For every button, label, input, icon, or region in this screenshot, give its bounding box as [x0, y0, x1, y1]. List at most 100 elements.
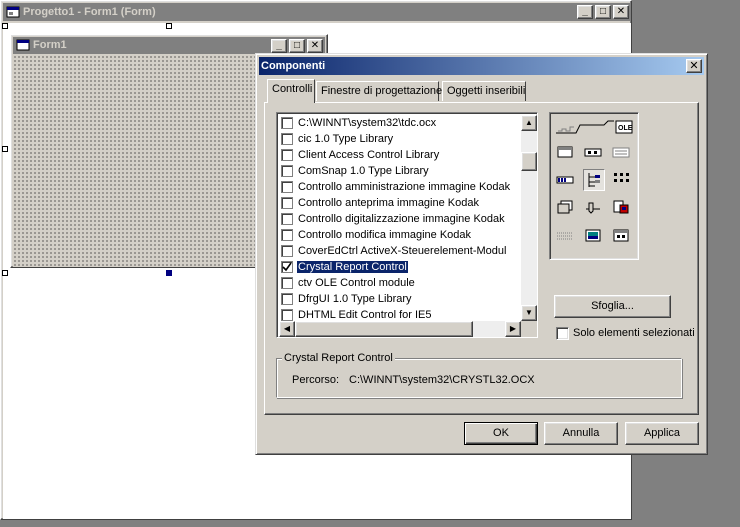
tab-finestre-progettazione[interactable]: Finestre di progettazione: [316, 81, 443, 101]
list-item[interactable]: CoverEdCtrl ActiveX-Steuerelement-Modul: [279, 243, 521, 259]
component-checkbox[interactable]: [281, 149, 293, 161]
component-label: Controllo modifica immagine Kodak: [298, 229, 472, 241]
scrollbar-corner: [521, 321, 537, 337]
component-label: C:\WINNT\system32\tdc.ocx: [298, 117, 437, 129]
ok-button[interactable]: OK: [464, 422, 538, 445]
tab-oggetti-inseribili[interactable]: Oggetti inseribili: [442, 81, 526, 101]
component-label: ComSnap 1.0 Type Library: [298, 165, 429, 177]
list-item[interactable]: Controllo digitalizzazione immagine Koda…: [279, 211, 521, 227]
component-checkbox[interactable]: [281, 245, 293, 257]
resize-handle[interactable]: [2, 146, 8, 152]
component-label: Controllo digitalizzazione immagine Koda…: [298, 213, 505, 225]
ok-button-label: OK: [493, 427, 509, 439]
close-icon: ✕: [310, 40, 320, 51]
form1-minimize-button[interactable]: _: [271, 39, 287, 53]
component-checkbox[interactable]: [281, 293, 293, 305]
project-close-button[interactable]: ✕: [613, 5, 629, 19]
ole-icon-label: OLE: [618, 125, 633, 132]
datagrid-icon: [612, 227, 630, 243]
dialog-titlebar[interactable]: Componenti ✕: [259, 57, 704, 75]
dialog-close-button[interactable]: ✕: [686, 59, 702, 73]
component-checkbox[interactable]: [281, 117, 293, 129]
list-item[interactable]: Controllo amministrazione immagine Kodak: [279, 179, 521, 195]
list-item[interactable]: ComSnap 1.0 Type Library: [279, 163, 521, 179]
arrow-left-icon: ◀: [283, 324, 291, 333]
selected-only-label: Solo elementi selezionati: [573, 327, 695, 339]
minimize-icon: _: [582, 6, 588, 17]
component-label: Crystal Report Control: [297, 261, 408, 273]
arrow-right-icon: ▶: [509, 324, 517, 333]
component-label: CoverEdCtrl ActiveX-Steuerelement-Modul: [298, 245, 507, 257]
component-checkbox[interactable]: [281, 197, 293, 209]
browse-button-label: Sfoglia...: [591, 300, 634, 312]
component-label: Controllo anteprima immagine Kodak: [298, 197, 479, 209]
list-item[interactable]: Controllo anteprima immagine Kodak: [279, 195, 521, 211]
component-checkbox-checked[interactable]: [281, 261, 293, 273]
list-item[interactable]: DfrgUI 1.0 Type Library: [279, 291, 521, 307]
tab-controlli[interactable]: Controlli: [267, 79, 315, 103]
list-item[interactable]: C:\WINNT\system32\tdc.ocx: [279, 115, 521, 131]
close-icon: ✕: [616, 6, 626, 17]
resize-handle[interactable]: [2, 23, 8, 29]
component-checkbox[interactable]: [281, 213, 293, 225]
control-strip-icon: OLE: [556, 120, 633, 134]
path-value: C:\WINNT\system32\CRYSTL32.OCX: [349, 374, 535, 386]
vertical-scrollbar[interactable]: ▲ ▼: [521, 115, 537, 321]
horizontal-scroll-thumb[interactable]: [295, 321, 473, 337]
form1-title: Form1: [33, 39, 67, 51]
form1-maximize-button[interactable]: □: [289, 39, 305, 53]
component-label: ctv OLE Control module: [298, 277, 415, 289]
component-label: cic 1.0 Type Library: [298, 133, 394, 145]
component-checkbox[interactable]: [281, 181, 293, 193]
list-item[interactable]: Client Access Control Library: [279, 147, 521, 163]
desktop-background-bottom: [0, 520, 740, 527]
scroll-down-button[interactable]: ▼: [521, 305, 537, 321]
treeview-icon: [583, 169, 605, 191]
component-checkbox[interactable]: [281, 277, 293, 289]
resize-handle[interactable]: [166, 270, 172, 276]
crystal-report-icon: [612, 199, 630, 215]
browse-button[interactable]: Sfoglia...: [554, 295, 671, 318]
imagelist-icon: [556, 199, 574, 215]
toolbox-preview: OLE: [549, 112, 639, 260]
component-checkbox[interactable]: [281, 165, 293, 177]
tab-label: Finestre di progettazione: [321, 85, 443, 97]
cancel-button[interactable]: Annulla: [544, 422, 618, 445]
component-checkbox[interactable]: [281, 229, 293, 241]
form1-close-button[interactable]: ✕: [307, 39, 323, 53]
project-maximize-button[interactable]: □: [595, 5, 611, 19]
scroll-right-button[interactable]: ▶: [505, 321, 521, 337]
component-checkbox[interactable]: [281, 309, 293, 321]
component-label: DfrgUI 1.0 Type Library: [298, 293, 412, 305]
vertical-scroll-thumb[interactable]: [521, 152, 537, 171]
selected-only-checkbox[interactable]: [556, 327, 569, 340]
frame-icon: [556, 143, 574, 159]
cancel-button-label: Annulla: [562, 427, 600, 439]
maximize-icon: □: [293, 40, 301, 51]
scroll-left-button[interactable]: ◀: [279, 321, 295, 337]
list-item[interactable]: Crystal Report Control: [279, 259, 521, 275]
scroll-up-button[interactable]: ▲: [521, 115, 537, 131]
dialog-title: Componenti: [261, 60, 326, 72]
maximize-icon: □: [599, 6, 607, 17]
form-icon: [16, 39, 30, 51]
list-item[interactable]: ctv OLE Control module: [279, 275, 521, 291]
components-list[interactable]: C:\WINNT\system32\tdc.ocx cic 1.0 Type Li…: [276, 112, 538, 338]
list-item[interactable]: Controllo modifica immagine Kodak: [279, 227, 521, 243]
list-item[interactable]: cic 1.0 Type Library: [279, 131, 521, 147]
slider-icon: [584, 199, 602, 215]
resize-handle[interactable]: [166, 23, 172, 29]
form-icon: [6, 6, 20, 18]
components-list-items: C:\WINNT\system32\tdc.ocx cic 1.0 Type Li…: [279, 115, 521, 321]
listview-icon: [612, 171, 630, 187]
project-minimize-button[interactable]: _: [577, 5, 593, 19]
componenti-dialog: Componenti ✕ Controlli Finestre di proge…: [255, 53, 708, 455]
apply-button[interactable]: Applica: [625, 422, 699, 445]
project-window-titlebar[interactable]: Progetto1 - Form1 (Form) _ □ ✕: [3, 3, 631, 21]
form1-titlebar[interactable]: Form1 _ □ ✕: [13, 37, 325, 54]
project-window-title: Progetto1 - Form1 (Form): [23, 6, 156, 18]
horizontal-scrollbar[interactable]: ◀ ▶: [279, 321, 521, 337]
list-item[interactable]: DHTML Edit Control for IE5: [279, 307, 521, 321]
resize-handle[interactable]: [2, 270, 8, 276]
component-checkbox[interactable]: [281, 133, 293, 145]
